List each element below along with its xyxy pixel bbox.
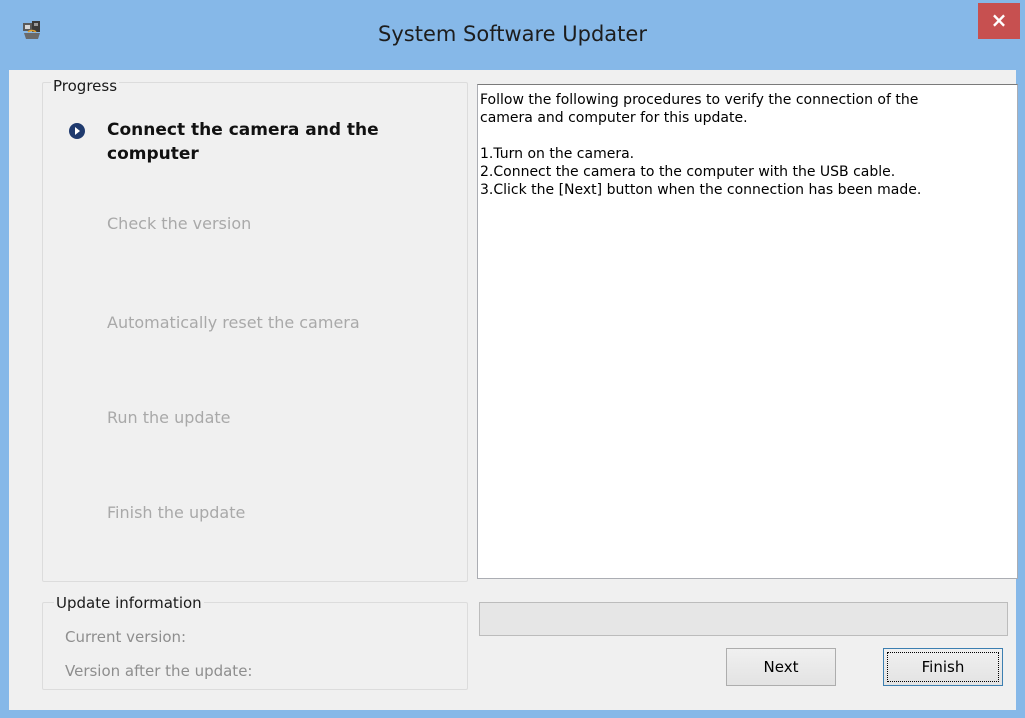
close-button[interactable]: × [978,3,1020,39]
update-info-legend: Update information [54,594,204,612]
instructions-textbox[interactable]: Follow the following procedures to verif… [477,84,1018,579]
updater-window: System Software Updater × Progress Conne… [0,0,1025,718]
after-version-label: Version after the update: [65,662,253,680]
current-version-label: Current version: [65,628,187,646]
progress-legend: Progress [51,77,120,95]
instruction-line: 3.Click the [Next] button when the conne… [480,182,922,198]
step-finish-update: Finish the update [107,503,246,522]
instruction-line [480,127,1017,145]
instruction-line: 1.Turn on the camera. [480,146,635,162]
instruction-line: camera and computer for this update. [480,110,748,126]
client-area: Progress Connect the camera and the comp… [9,70,1018,710]
title-bar[interactable]: System Software Updater × [0,0,1025,70]
finish-button-label: Finish [921,658,965,676]
step-connect-label: Connect the camera and the [107,120,379,140]
step-check-version: Check the version [107,214,252,233]
finish-button[interactable]: Finish [883,648,1003,686]
step-reset-camera: Automatically reset the camera [107,313,360,332]
instruction-line: Follow the following procedures to verif… [480,92,919,108]
instruction-line: 2.Connect the camera to the computer wit… [480,164,896,180]
current-step-arrow-icon [69,123,85,139]
next-button[interactable]: Next [726,648,836,686]
close-icon: × [990,8,1008,32]
step-connect-label-2: computer [107,144,199,164]
window-title: System Software Updater [378,22,647,46]
step-run-update: Run the update [107,408,231,427]
step-connect: Connect the camera and the computer [107,118,379,166]
update-progress-bar [479,602,1008,636]
